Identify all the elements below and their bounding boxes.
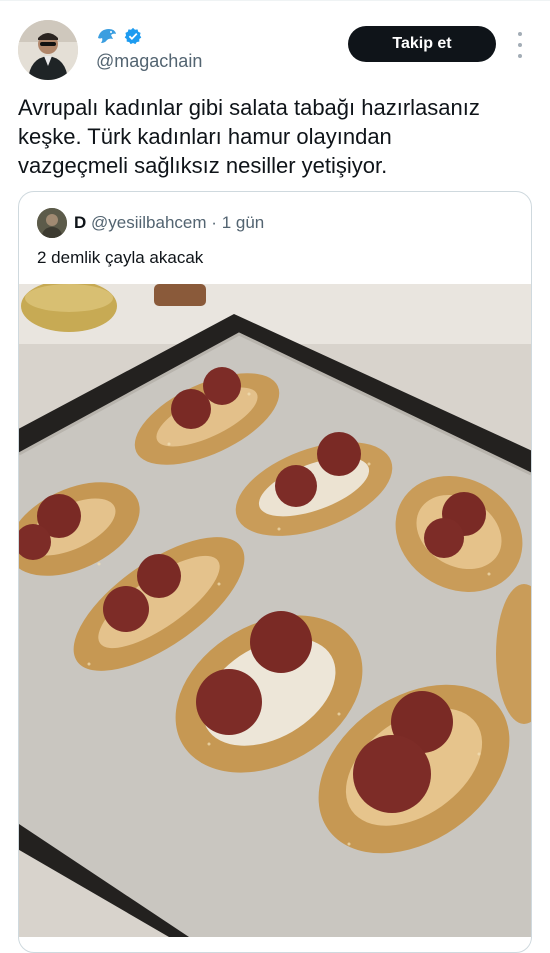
verified-badge-icon xyxy=(124,27,142,50)
author-avatar[interactable] xyxy=(18,20,78,80)
quoted-author-name[interactable]: D xyxy=(74,213,86,232)
quoted-timestamp[interactable]: 1 gün xyxy=(222,213,265,232)
tweet-text-line: keşke. Türk kadınları hamur olayından xyxy=(18,124,392,149)
quoted-header: D @yesiilbahcem · 1 gün xyxy=(74,213,264,233)
quoted-tweet-text: 2 demlik çayla akacak xyxy=(37,248,204,267)
more-vertical-icon[interactable] xyxy=(510,32,530,58)
quoted-media-image[interactable] xyxy=(19,280,531,937)
author-name-row[interactable] xyxy=(96,27,142,49)
tweet-text-line: Avrupalı kadınlar gibi salata tabağı haz… xyxy=(18,95,480,120)
dolphin-icon xyxy=(96,26,118,51)
quoted-tweet-card[interactable]: D @yesiilbahcem · 1 gün 2 demlik çayla a… xyxy=(18,191,532,953)
tweet-text: Avrupalı kadınlar gibi salata tabağı haz… xyxy=(18,93,538,180)
author-handle[interactable]: @magachain xyxy=(96,51,202,72)
tweet-text-line: vazgeçmeli sağlıksız nesiller yetişiyor. xyxy=(18,153,388,178)
meta-separator: · xyxy=(211,213,217,232)
top-divider xyxy=(0,0,550,1)
quoted-author-avatar[interactable] xyxy=(37,208,67,238)
follow-button[interactable]: Takip et xyxy=(348,26,496,62)
pide-photo xyxy=(19,280,531,937)
quoted-author-handle[interactable]: @yesiilbahcem xyxy=(91,213,207,232)
